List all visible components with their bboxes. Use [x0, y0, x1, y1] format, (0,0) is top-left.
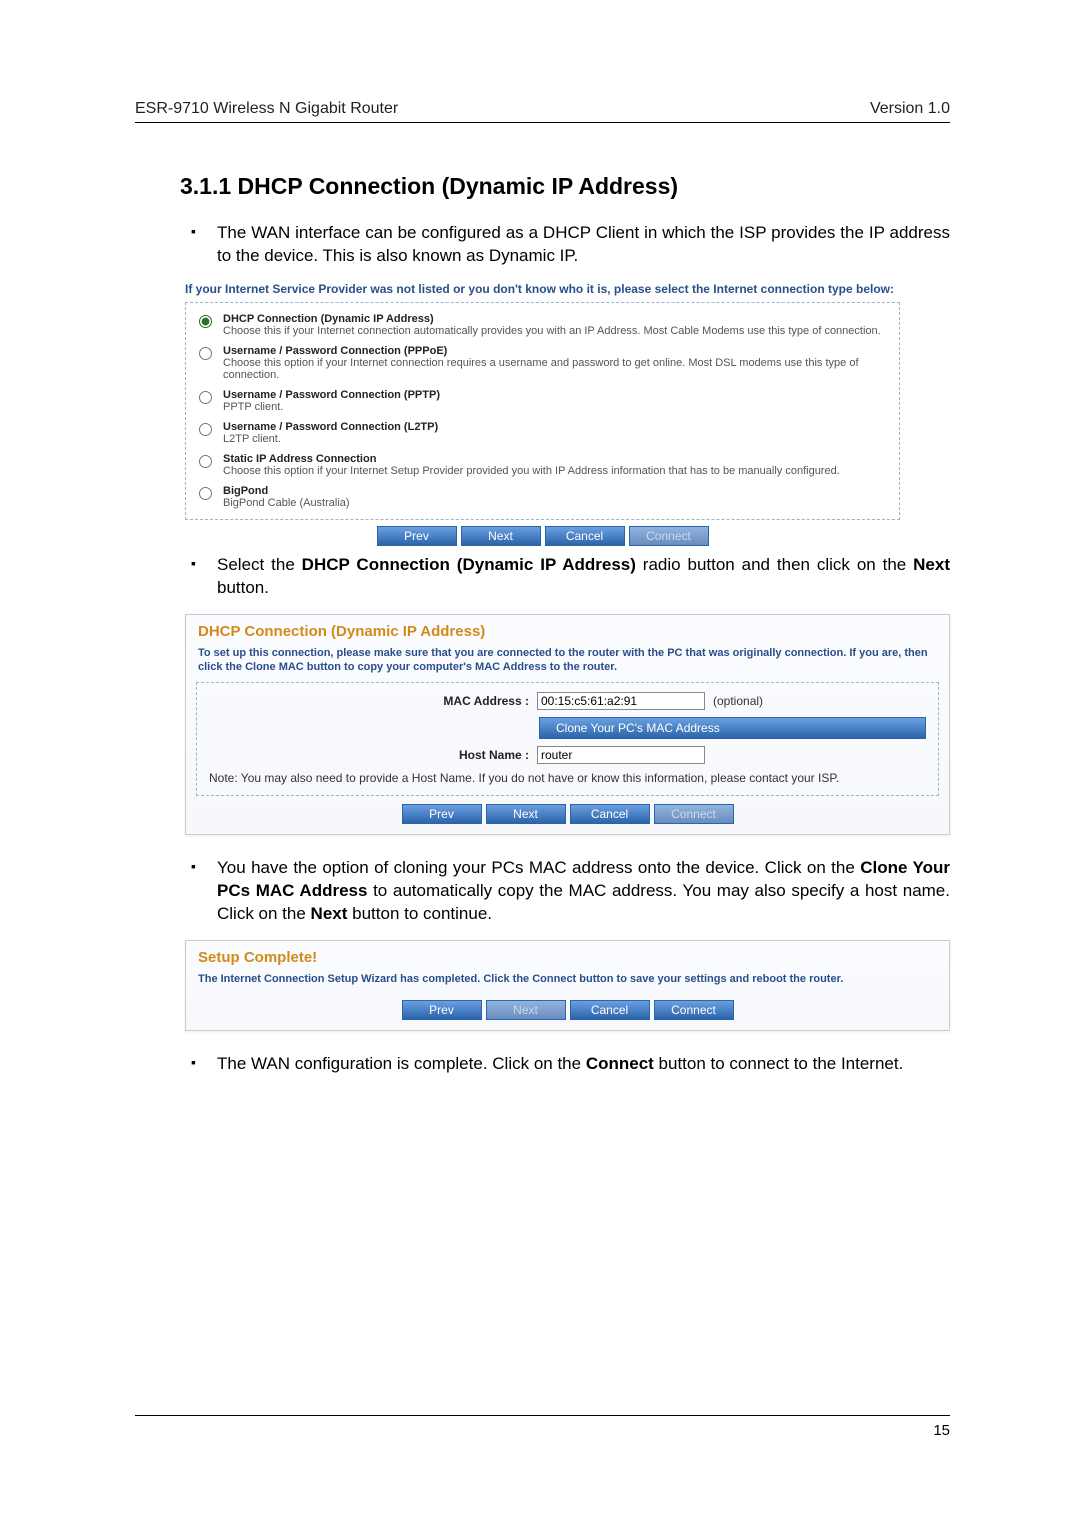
panel-subtitle: The Internet Connection Setup Wizard has…: [186, 970, 949, 994]
clone-mac-button[interactable]: Clone Your PC's MAC Address: [539, 717, 926, 739]
cancel-button[interactable]: Cancel: [570, 1000, 650, 1020]
panel-subtitle: To set up this connection, please make s…: [186, 644, 949, 683]
complete-panel: Setup Complete! The Internet Connection …: [185, 940, 950, 1031]
opt-desc: PPTP client.: [223, 401, 891, 413]
opt-title: Username / Password Connection (L2TP): [223, 421, 891, 433]
host-input[interactable]: [537, 746, 705, 764]
opt-desc: Choose this option if your Internet Setu…: [223, 465, 891, 477]
paragraph: Select the DHCP Connection (Dynamic IP A…: [185, 554, 950, 600]
opt-desc: Choose this option if your Internet conn…: [223, 357, 891, 381]
doc-header-right: Version 1.0: [870, 100, 950, 118]
radio-dhcp[interactable]: [199, 315, 212, 328]
opt-title: Static IP Address Connection: [223, 453, 891, 465]
opt-title: Username / Password Connection (PPPoE): [223, 345, 891, 357]
paragraph: You have the option of cloning your PCs …: [185, 857, 950, 926]
opt-desc: Choose this if your Internet connection …: [223, 325, 891, 337]
connect-button-disabled: Connect: [654, 804, 734, 824]
connect-button-disabled: Connect: [629, 526, 709, 546]
panel-title: Setup Complete!: [186, 941, 949, 970]
dhcp-note: Note: You may also need to provide a Hos…: [197, 767, 938, 789]
next-button[interactable]: Next: [461, 526, 541, 546]
connect-button[interactable]: Connect: [654, 1000, 734, 1020]
opt-title: Username / Password Connection (PPTP): [223, 389, 891, 401]
cancel-button[interactable]: Cancel: [545, 526, 625, 546]
opt-title: BigPond: [223, 485, 891, 497]
next-button[interactable]: Next: [486, 804, 566, 824]
panel-title: DHCP Connection (Dynamic IP Address): [186, 615, 949, 644]
mac-input[interactable]: [537, 692, 705, 710]
prev-button[interactable]: Prev: [402, 804, 482, 824]
radio-l2tp[interactable]: [199, 423, 212, 436]
opt-desc: L2TP client.: [223, 433, 891, 445]
section-title: 3.1.1 DHCP Connection (Dynamic IP Addres…: [180, 173, 950, 200]
radio-pppoe[interactable]: [199, 347, 212, 360]
prev-button[interactable]: Prev: [377, 526, 457, 546]
opt-desc: BigPond Cable (Australia): [223, 497, 891, 509]
paragraph: The WAN interface can be configured as a…: [185, 222, 950, 268]
next-button-disabled: Next: [486, 1000, 566, 1020]
radio-static[interactable]: [199, 455, 212, 468]
radio-pptp[interactable]: [199, 391, 212, 404]
page-number: 15: [135, 1422, 950, 1439]
mac-hint: (optional): [713, 694, 763, 708]
connection-type-list: DHCP Connection (Dynamic IP Address)Choo…: [185, 302, 900, 520]
radio-bigpond[interactable]: [199, 487, 212, 500]
prev-button[interactable]: Prev: [402, 1000, 482, 1020]
doc-header-left: ESR-9710 Wireless N Gigabit Router: [135, 100, 398, 118]
host-label: Host Name :: [209, 748, 529, 762]
dhcp-panel: DHCP Connection (Dynamic IP Address) To …: [185, 614, 950, 836]
opt-title: DHCP Connection (Dynamic IP Address): [223, 313, 891, 325]
wizard-intro: If your Internet Service Provider was no…: [185, 282, 950, 296]
cancel-button[interactable]: Cancel: [570, 804, 650, 824]
mac-label: MAC Address :: [209, 694, 529, 708]
paragraph: The WAN configuration is complete. Click…: [185, 1053, 950, 1076]
